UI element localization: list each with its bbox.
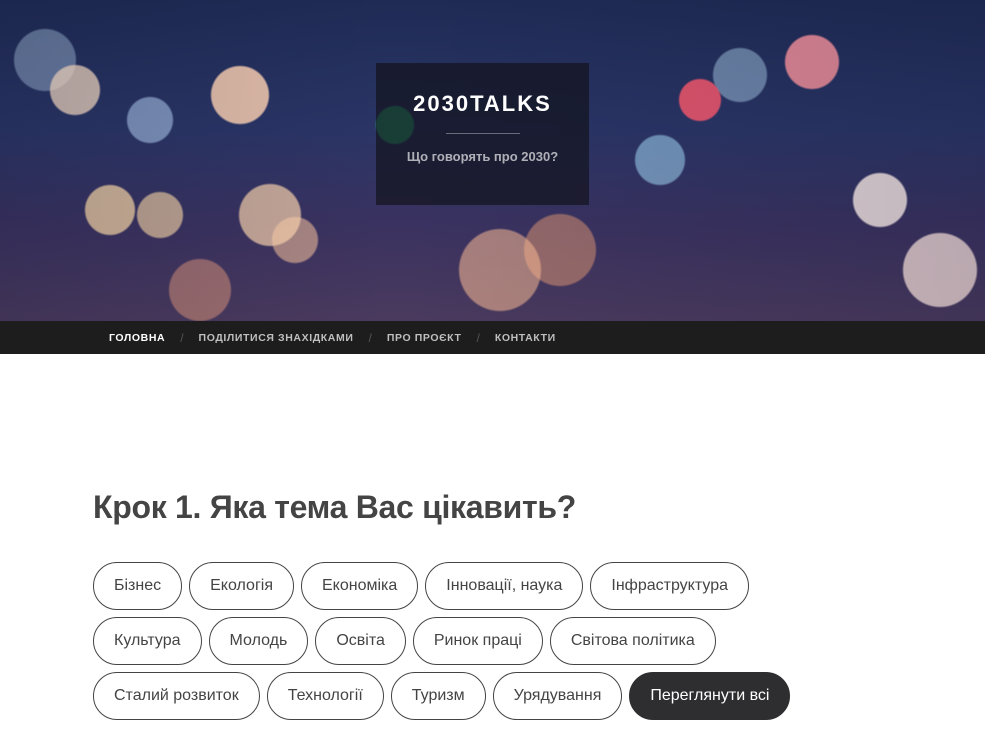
tag-infrastructure[interactable]: Інфраструктура: [590, 562, 749, 610]
nav-separator: /: [180, 330, 184, 345]
nav-separator: /: [368, 330, 372, 345]
view-all-button[interactable]: Переглянути всі: [629, 672, 791, 720]
nav-item-about[interactable]: Про проєкт: [387, 332, 462, 344]
tag-world-politics[interactable]: Світова політика: [549, 617, 716, 665]
nav-item-home[interactable]: Головна: [109, 332, 165, 344]
main-navigation: Головна / Поділитися знахідками / Про пр…: [0, 321, 985, 354]
nav-item-share[interactable]: Поділитися знахідками: [199, 332, 354, 344]
tag-governance[interactable]: Урядування: [492, 672, 623, 720]
tag-education[interactable]: Освіта: [315, 617, 406, 665]
title-divider: [445, 133, 520, 134]
main-content: Крок 1. Яка тема Вас цікавить? Бізнес Ек…: [0, 354, 985, 720]
tag-business[interactable]: Бізнес: [93, 562, 183, 610]
topic-tag-list: Бізнес Екологія Економіка Інновації, нау…: [93, 562, 813, 720]
nav-separator: /: [476, 330, 480, 345]
nav-item-contacts[interactable]: Контакти: [495, 332, 556, 344]
tag-labor-market[interactable]: Ринок праці: [412, 617, 543, 665]
hero-banner: 2030TALKS Що говорять про 2030?: [0, 0, 985, 321]
site-title[interactable]: 2030TALKS: [376, 91, 589, 117]
tag-innovation-science[interactable]: Інновації, наука: [425, 562, 584, 610]
tag-culture[interactable]: Культура: [93, 617, 202, 665]
site-tagline: Що говорять про 2030?: [406, 149, 559, 164]
step-title: Крок 1. Яка тема Вас цікавить?: [93, 489, 577, 525]
tag-technology[interactable]: Технології: [266, 672, 384, 720]
tag-ecology[interactable]: Екологія: [189, 562, 294, 610]
tag-sustainable-development[interactable]: Сталий розвиток: [93, 672, 260, 720]
tag-economy[interactable]: Економіка: [301, 562, 419, 610]
tag-youth[interactable]: Молодь: [208, 617, 309, 665]
tag-tourism[interactable]: Туризм: [390, 672, 486, 720]
site-branding: 2030TALKS Що говорять про 2030?: [376, 63, 589, 205]
